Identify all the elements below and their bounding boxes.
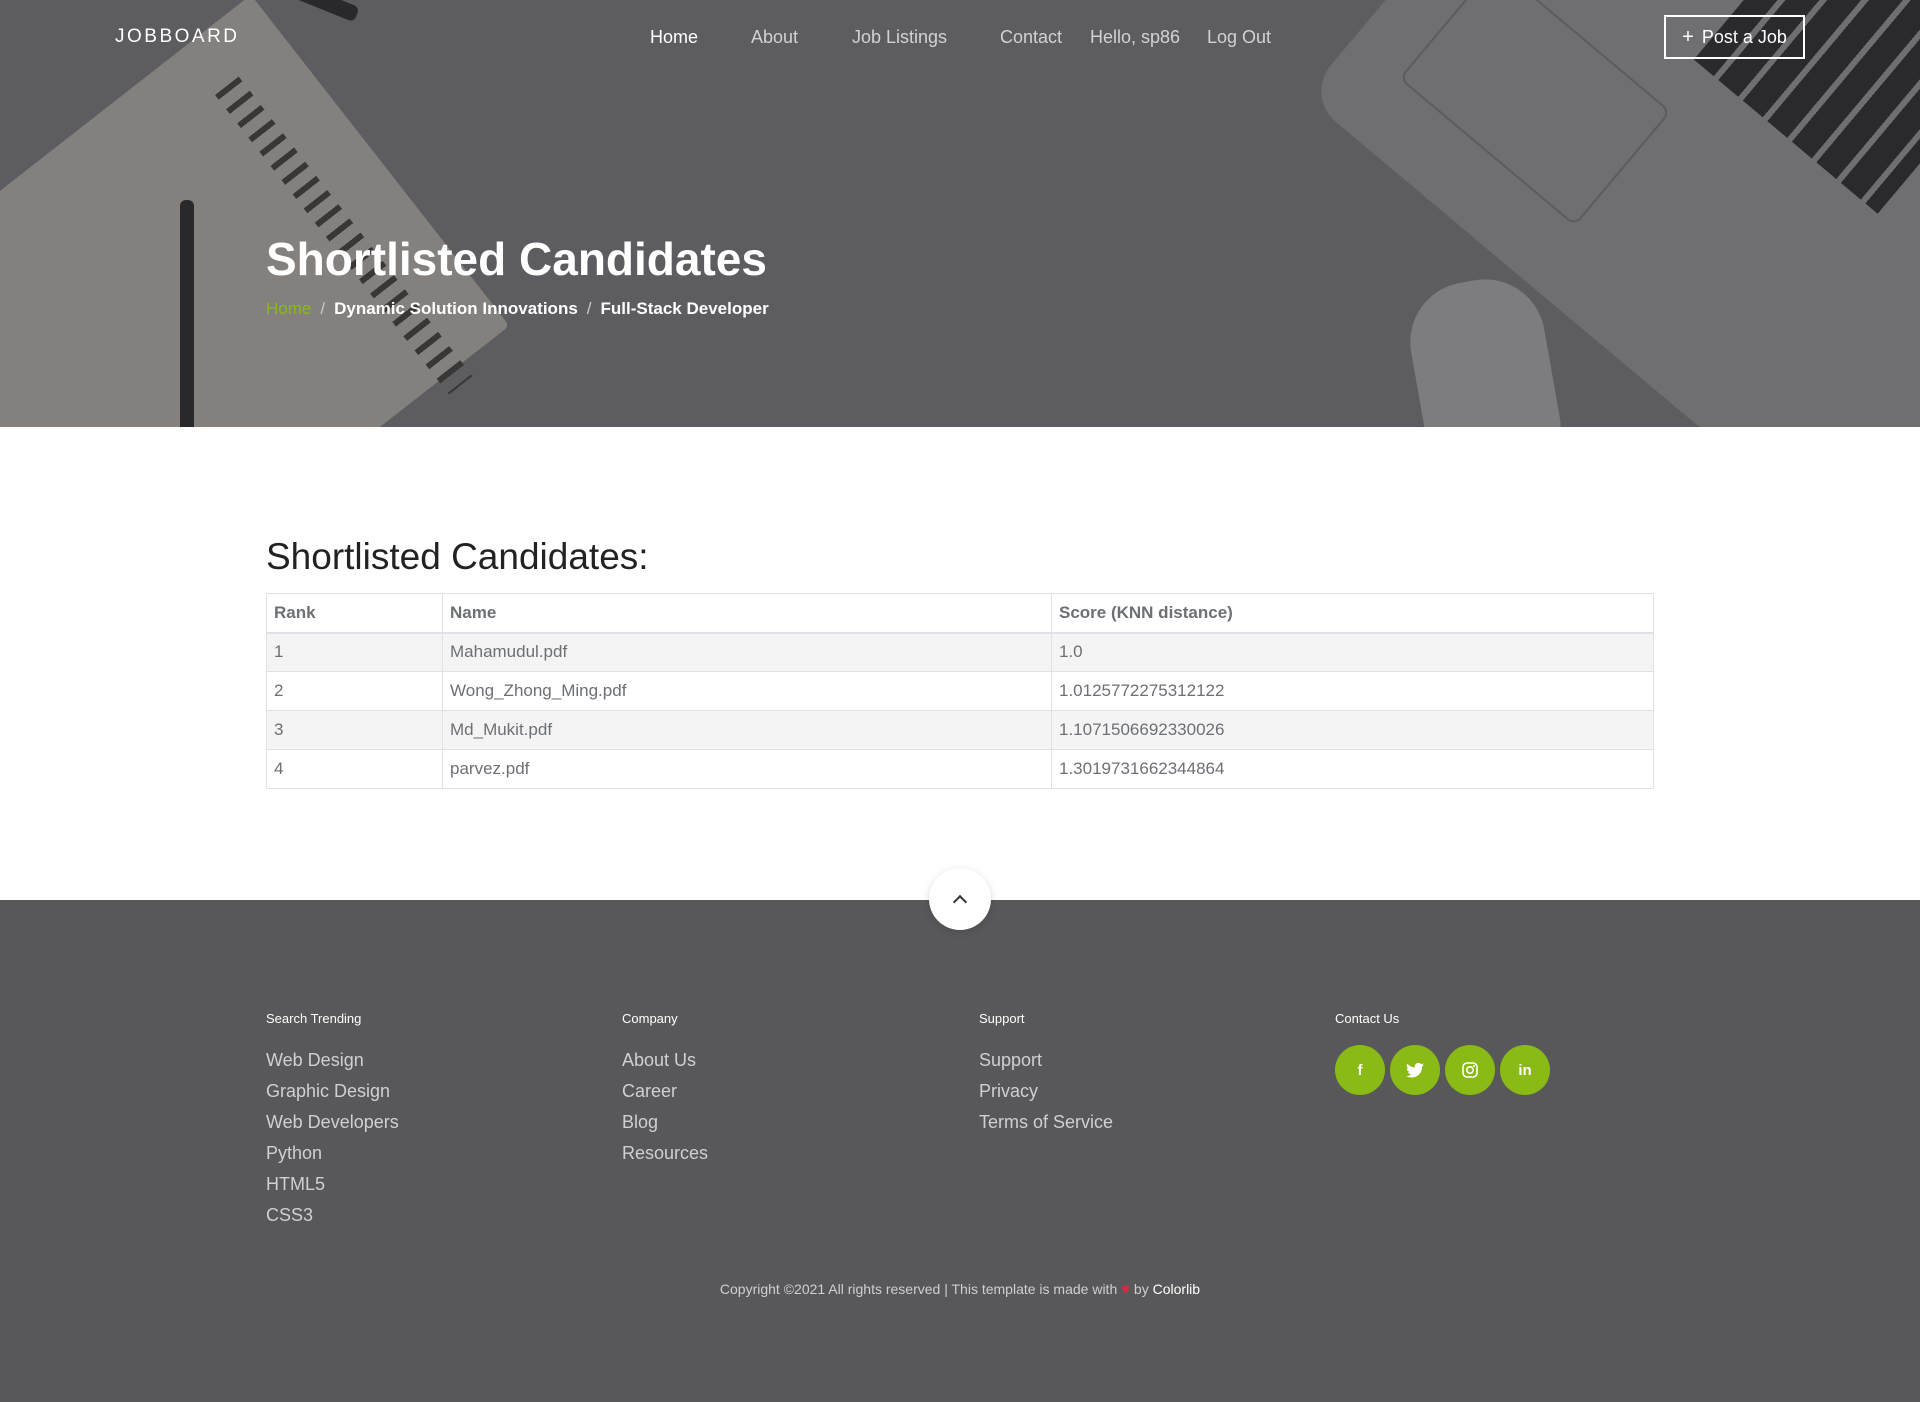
section-title: Shortlisted Candidates: (266, 536, 649, 577)
footer-column-title: Search Trending (266, 1011, 362, 1026)
footer-link[interactable]: Blog (622, 1107, 708, 1138)
footer-link[interactable]: Web Design (266, 1045, 399, 1076)
twitter-icon[interactable] (1390, 1045, 1440, 1095)
score-cell: 1.3019731662344864 (1051, 749, 1654, 789)
footer-link[interactable]: Support (979, 1045, 1113, 1076)
footer-column-title: Company (622, 1011, 678, 1026)
copyright-text: Copyright ©2021 All rights reserved | Th… (719, 1281, 1118, 1297)
page-title: Shortlisted Candidates (266, 233, 767, 285)
rank-cell: 4 (266, 749, 443, 789)
rank-cell: 3 (266, 710, 443, 750)
breadcrumb-job: Full-Stack Developer (600, 299, 769, 318)
score-cell: 1.0125772275312122 (1051, 671, 1654, 711)
breadcrumb-separator: / (320, 299, 326, 318)
breadcrumb: Home / Dynamic Solution Innovations / Full-S… (266, 299, 769, 319)
score-cell: 1.1071506692330026 (1051, 710, 1654, 750)
instagram-glyph (1462, 1062, 1478, 1078)
scroll-to-top-button[interactable] (929, 868, 991, 930)
breadcrumb-home[interactable]: Home (266, 299, 311, 318)
nav-contact[interactable]: Contact (1000, 27, 1062, 48)
column-header-rank: Rank (266, 593, 443, 634)
footer-column-title: Support (979, 1011, 1025, 1026)
linkedin-icon[interactable]: in (1500, 1045, 1550, 1095)
rank-cell: 1 (266, 632, 443, 672)
footer-column-support: Support Support Privacy Terms of Service (979, 1011, 1113, 1138)
name-cell: parvez.pdf (442, 749, 1052, 789)
breadcrumb-company: Dynamic Solution Innovations (334, 299, 578, 318)
hero-overlay (0, 0, 1920, 427)
nav-about[interactable]: About (751, 27, 798, 48)
heart-icon: ♥ (1121, 1281, 1131, 1298)
social-links: f in (1335, 1045, 1550, 1095)
footer-link[interactable]: Graphic Design (266, 1076, 399, 1107)
footer-column-company: Company About Us Career Blog Resources (622, 1011, 708, 1169)
candidates-table: Rank Name Score (KNN distance) 1 Mahamud… (266, 593, 1654, 789)
column-header-name: Name (442, 593, 1052, 634)
score-cell: 1.0 (1051, 632, 1654, 672)
footer-link[interactable]: Resources (622, 1138, 708, 1169)
footer-link[interactable]: About Us (622, 1045, 708, 1076)
name-cell: Wong_Zhong_Ming.pdf (442, 671, 1052, 711)
main-nav: Home About Job Listings Contact Hello, s… (0, 27, 1920, 49)
nav-home[interactable]: Home (650, 27, 698, 48)
post-job-button[interactable]: + Post a Job (1664, 15, 1805, 59)
post-job-label: Post a Job (1701, 26, 1787, 47)
instagram-icon[interactable] (1445, 1045, 1495, 1095)
footer-column-search-trending: Search Trending Web Design Graphic Desig… (266, 1011, 399, 1231)
footer-link[interactable]: Terms of Service (979, 1107, 1113, 1138)
plus-icon: + (1682, 26, 1694, 48)
rank-cell: 2 (266, 671, 443, 711)
nav-job-listings[interactable]: Job Listings (852, 27, 947, 48)
table-row: 1 Mahamudul.pdf 1.0 (266, 632, 1654, 672)
copyright-by: by (1133, 1281, 1149, 1297)
footer-column-title: Contact Us (1335, 1011, 1400, 1026)
footer-link[interactable]: HTML5 (266, 1169, 399, 1200)
copyright-notice: Copyright ©2021 All rights reserved | Th… (0, 1281, 1920, 1298)
logout-link[interactable]: Log Out (1207, 27, 1271, 48)
footer-link[interactable]: CSS3 (266, 1200, 399, 1231)
twitter-bird-glyph (1406, 1062, 1424, 1078)
user-greeting: Hello, sp86 (1090, 27, 1181, 47)
colorlib-link[interactable]: Colorlib (1153, 1281, 1200, 1297)
hero-banner: JOBBOARD Home About Job Listings Contact… (0, 0, 1920, 427)
footer-link[interactable]: Web Developers (266, 1107, 399, 1138)
breadcrumb-separator: / (586, 299, 592, 318)
column-header-score: Score (KNN distance) (1051, 593, 1654, 634)
table-row: 2 Wong_Zhong_Ming.pdf 1.0125772275312122 (266, 671, 1654, 711)
footer-column-contact: Contact Us f in (1335, 1011, 1550, 1095)
footer-link[interactable]: Privacy (979, 1076, 1113, 1107)
table-row: 3 Md_Mukit.pdf 1.1071506692330026 (266, 710, 1654, 750)
table-header-row: Rank Name Score (KNN distance) (266, 593, 1654, 634)
table-row: 4 parvez.pdf 1.3019731662344864 (266, 749, 1654, 789)
name-cell: Md_Mukit.pdf (442, 710, 1052, 750)
chevron-up-icon (952, 894, 968, 909)
name-cell: Mahamudul.pdf (442, 632, 1052, 672)
footer-link[interactable]: Career (622, 1076, 708, 1107)
facebook-icon[interactable]: f (1335, 1045, 1385, 1095)
footer-link[interactable]: Python (266, 1138, 399, 1169)
